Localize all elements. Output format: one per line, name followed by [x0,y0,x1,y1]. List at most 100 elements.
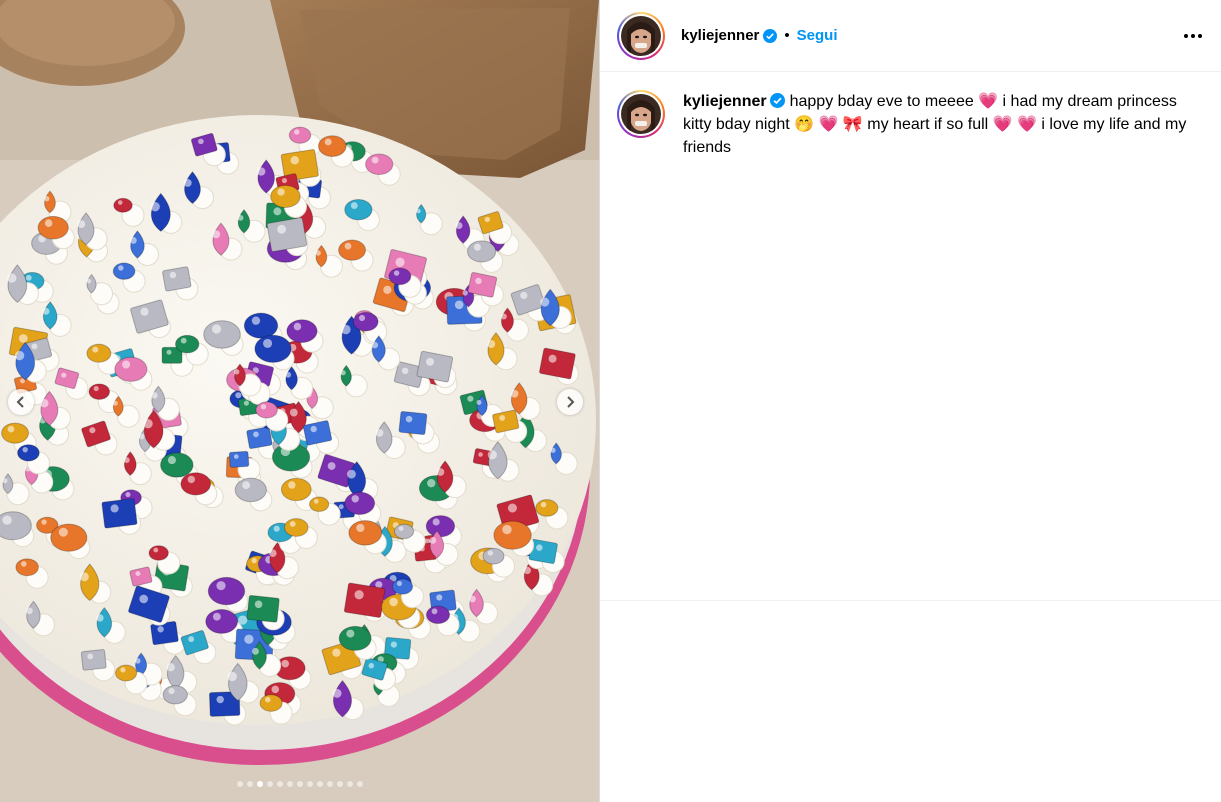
gem-highlight [281,177,288,184]
cake-gem [425,605,451,624]
gem-highlight [180,337,187,344]
gem-highlight [341,324,351,335]
gem-highlight [310,425,317,433]
avatar-story-ring[interactable] [617,11,665,60]
gem-highlight [500,313,507,320]
gem-highlight [540,297,550,307]
post-header: kyliejenner • Segui [600,0,1221,72]
caption-username[interactable]: kyliejenner [683,93,785,110]
carousel-dot [296,781,303,787]
cake-gem [318,135,347,157]
cake-gem [348,520,383,546]
caption-avatar[interactable] [621,94,661,134]
gem-highlight [122,360,131,369]
caption-avatar-ring[interactable] [617,90,665,138]
gem-highlight [289,408,298,417]
gem-highlight [118,265,124,271]
gem-highlight [20,561,27,567]
follow-button[interactable]: Segui [797,27,838,44]
carousel-dot [276,781,283,787]
gem-highlight [86,278,92,284]
cake-gem [286,319,318,343]
gem-highlight [431,608,438,615]
gem-highlight [44,195,50,202]
gem-highlight [462,290,468,296]
cake-gem [266,217,308,252]
cake-gem [234,477,267,503]
gem-highlight [487,550,493,556]
gem-highlight [288,481,296,489]
cake-gem [344,198,373,221]
gem-highlight [548,354,557,363]
cake-gem [254,334,292,363]
cake-gem [309,496,330,512]
carousel-prev-button[interactable] [8,389,34,415]
gem-highlight [346,629,355,638]
cake-gem [283,518,309,537]
gem-highlight [87,653,94,660]
cake-gem [228,450,250,468]
gem-highlight [478,452,483,457]
gem-highlight [273,207,282,216]
avatar[interactable] [621,15,661,56]
gem-highlight [166,349,172,355]
caption-row: kyliejenner happy bday eve to meeee 💗 i h… [600,72,1221,159]
gem-highlight [2,478,8,484]
gem-highlight [242,481,251,490]
cake-gem [535,499,559,517]
gem-highlight [61,372,67,378]
gem-highlight [77,220,86,229]
author-username[interactable]: kyliejenner [681,27,759,44]
gem-highlight [233,369,240,375]
post-sidebar: kyliejenner • Segui kyliejenner happy bd… [600,0,1221,802]
gem-highlight [253,431,259,438]
gem-highlight [313,498,319,504]
gem-highlight [340,370,346,376]
cake-gem [425,515,456,538]
gem-highlight [138,433,145,440]
cake-gem [467,240,497,263]
gem-highlight [469,595,476,603]
gem-highlight [139,594,149,604]
gem-highlight [110,504,119,513]
gem-highlight [14,350,25,361]
gem-highlight [42,307,50,315]
gem-highlight [520,291,528,300]
gem-highlight [389,597,398,607]
gem-highlight [135,571,141,577]
gem-highlight [475,277,482,285]
cake-gem [338,625,372,651]
gem-highlight [40,399,49,408]
gem-highlight [237,214,244,221]
cake-gem [365,153,394,175]
more-options-button[interactable] [1181,24,1205,48]
cake-gem [280,477,312,502]
gem-highlight [198,138,204,145]
gem-highlight [251,557,257,564]
more-options-icon [1184,34,1188,38]
cake-gem [338,239,367,261]
gem-highlight [356,523,365,533]
carousel-next-button[interactable] [557,389,583,415]
gem-highlight [401,367,409,375]
cake-gem [0,511,32,541]
gem-highlight [31,343,38,350]
cake-gem [288,126,312,144]
gem-highlight [499,414,506,421]
cake-gem [17,444,40,462]
carousel-dot [316,781,323,787]
gem-highlight [25,274,32,281]
gem-highlight [354,590,364,600]
gem-highlight [396,581,402,587]
cake-gem [205,609,239,634]
gem-highlight [188,636,195,643]
post-media[interactable] [0,0,599,802]
cake-gem [398,410,428,436]
gem-highlight [350,202,358,209]
gem-highlight [398,526,404,531]
carousel-dot [306,781,313,787]
gem-highlight [187,475,196,484]
carousel-dot [266,781,273,787]
gem-highlight [167,456,176,465]
gem-highlight [212,612,221,621]
